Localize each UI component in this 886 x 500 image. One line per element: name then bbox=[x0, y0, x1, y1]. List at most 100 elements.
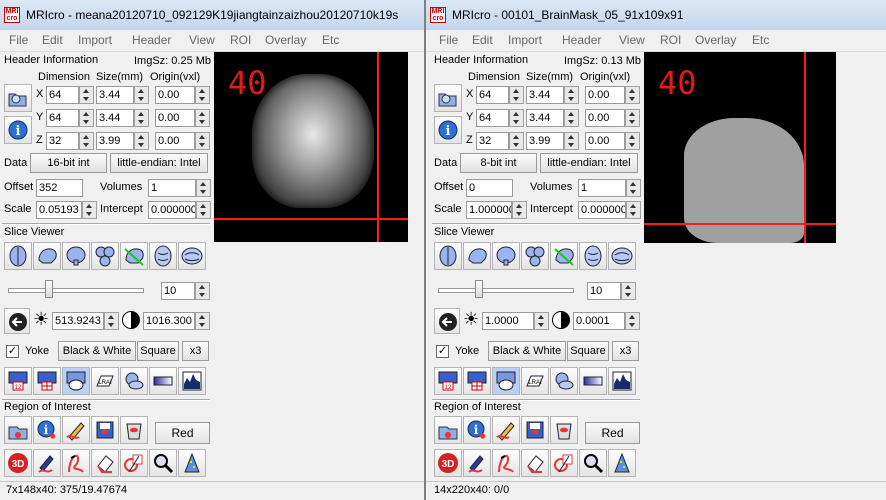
info-icon[interactable]: i bbox=[4, 116, 32, 144]
menu-import[interactable]: Import bbox=[78, 33, 112, 47]
contrast-spinner[interactable] bbox=[625, 312, 640, 330]
slice-field[interactable]: 10 bbox=[587, 282, 621, 300]
sagittal-view-icon[interactable] bbox=[33, 242, 61, 270]
roi-clear-icon[interactable] bbox=[550, 416, 578, 444]
origin-y-spinner[interactable] bbox=[625, 109, 640, 127]
menu-etc[interactable]: Etc bbox=[752, 33, 769, 47]
slice-spinner[interactable] bbox=[621, 282, 636, 300]
roi-eraser-icon[interactable] bbox=[521, 449, 549, 477]
size-z-spinner[interactable] bbox=[134, 132, 149, 150]
size-x-spinner[interactable] bbox=[564, 86, 579, 104]
roi-fill-icon[interactable] bbox=[550, 449, 578, 477]
black-white-button[interactable]: Black & White bbox=[58, 341, 136, 361]
dimension-x-spinner[interactable] bbox=[509, 86, 524, 104]
datatype-button[interactable]: 16-bit int bbox=[30, 153, 107, 173]
sagittal-view-icon[interactable] bbox=[463, 242, 491, 270]
dimension-y-spinner[interactable] bbox=[79, 109, 94, 127]
endian-button[interactable]: little-endian: Intel bbox=[540, 153, 638, 173]
axial-view-icon[interactable] bbox=[4, 242, 32, 270]
origin-x-field[interactable]: 0.00 bbox=[155, 86, 195, 104]
roi-pen-icon[interactable] bbox=[62, 416, 90, 444]
slice-slider-track[interactable] bbox=[8, 288, 144, 293]
slice-image-view[interactable]: 40 bbox=[214, 52, 408, 242]
menu-roi[interactable]: ROI bbox=[660, 33, 681, 47]
size-z-spinner[interactable] bbox=[564, 132, 579, 150]
render-view-icon[interactable] bbox=[608, 242, 636, 270]
roi-freehand-icon[interactable] bbox=[62, 449, 90, 477]
brightness-field[interactable]: 513.9243 bbox=[52, 312, 104, 330]
roi-draw-icon[interactable] bbox=[33, 449, 61, 477]
roi-open-icon[interactable] bbox=[434, 416, 462, 444]
roi-save-icon[interactable] bbox=[91, 416, 119, 444]
scale-field[interactable]: 0.05193 bbox=[36, 201, 82, 219]
scale-spinner[interactable] bbox=[512, 201, 527, 219]
roi-save-icon[interactable] bbox=[521, 416, 549, 444]
size-x-spinner[interactable] bbox=[134, 86, 149, 104]
gradient-colorbar-icon[interactable] bbox=[149, 367, 177, 395]
render-stack-icon[interactable] bbox=[120, 367, 148, 395]
x3-button[interactable]: x3 bbox=[612, 341, 639, 361]
render-view-icon[interactable] bbox=[178, 242, 206, 270]
roi-info-icon[interactable]: i bbox=[33, 416, 61, 444]
info-icon[interactable]: i bbox=[434, 116, 462, 144]
size-y-spinner[interactable] bbox=[134, 109, 149, 127]
lrai-orientation-icon[interactable]: LRAI bbox=[91, 367, 119, 395]
magnifier-icon[interactable] bbox=[149, 449, 177, 477]
scale-spinner[interactable] bbox=[82, 201, 97, 219]
roi-3d-icon[interactable]: 3D bbox=[434, 449, 462, 477]
roi-eraser-icon[interactable] bbox=[91, 449, 119, 477]
origin-y-spinner[interactable] bbox=[195, 109, 210, 127]
roi-draw-icon[interactable] bbox=[463, 449, 491, 477]
brightness-field[interactable]: 1.0000 bbox=[482, 312, 534, 330]
menu-etc[interactable]: Etc bbox=[322, 33, 339, 47]
origin-z-spinner[interactable] bbox=[625, 132, 640, 150]
mricro-app-icon[interactable]: MRI cro bbox=[430, 7, 446, 23]
open-folder-icon[interactable] bbox=[434, 84, 462, 112]
roi-red-button[interactable]: Red bbox=[155, 422, 210, 444]
title-bar[interactable]: MRI cro MRIcro - meana20120710_092129K19j… bbox=[0, 0, 424, 31]
slice-image-view[interactable]: 40 bbox=[644, 52, 836, 243]
multiplanar-view-icon[interactable] bbox=[521, 242, 549, 270]
menu-overlay[interactable]: Overlay bbox=[695, 33, 736, 47]
size-z-field[interactable]: 3.99 bbox=[526, 132, 564, 150]
roi-open-icon[interactable] bbox=[4, 416, 32, 444]
axial-view-icon[interactable] bbox=[434, 242, 462, 270]
brightness-spinner[interactable] bbox=[534, 312, 549, 330]
roi-fill-icon[interactable] bbox=[120, 449, 148, 477]
volumes-field[interactable]: 1 bbox=[578, 179, 626, 197]
slice-12-icon[interactable]: 12 bbox=[434, 367, 462, 395]
dimension-x-field[interactable]: 64 bbox=[476, 86, 509, 104]
title-bar[interactable]: MRI cro MRIcro - 00101_BrainMask_05_91x10… bbox=[426, 0, 886, 31]
volumes-spinner[interactable] bbox=[626, 179, 641, 197]
square-button[interactable]: Square bbox=[137, 341, 179, 361]
wizard-hat-icon[interactable] bbox=[178, 449, 206, 477]
coronal-view-icon[interactable] bbox=[492, 242, 520, 270]
offset-field[interactable]: 352 bbox=[36, 179, 83, 197]
origin-y-field[interactable]: 0.00 bbox=[585, 109, 625, 127]
menu-file[interactable]: File bbox=[439, 33, 458, 47]
slice-12-icon[interactable]: 12 bbox=[4, 367, 32, 395]
open-folder-icon[interactable] bbox=[4, 84, 32, 112]
menu-view[interactable]: View bbox=[189, 33, 215, 47]
origin-x-spinner[interactable] bbox=[195, 86, 210, 104]
menu-file[interactable]: File bbox=[9, 33, 28, 47]
square-button[interactable]: Square bbox=[567, 341, 609, 361]
roi-red-button[interactable]: Red bbox=[585, 422, 640, 444]
menu-view[interactable]: View bbox=[619, 33, 645, 47]
histogram-icon[interactable] bbox=[608, 367, 636, 395]
yoke-checkbox[interactable]: ✓ bbox=[6, 345, 19, 358]
dimension-z-spinner[interactable] bbox=[79, 132, 94, 150]
size-z-field[interactable]: 3.99 bbox=[96, 132, 134, 150]
mricro-app-icon[interactable]: MRI cro bbox=[4, 7, 20, 23]
slice-slider-thumb[interactable] bbox=[45, 280, 53, 298]
dimension-x-field[interactable]: 64 bbox=[46, 86, 79, 104]
render-stack-icon[interactable] bbox=[550, 367, 578, 395]
datatype-button[interactable]: 8-bit int bbox=[460, 153, 537, 173]
crosshair-toggle-icon[interactable] bbox=[33, 367, 61, 395]
slice-slider-thumb[interactable] bbox=[475, 280, 483, 298]
glass-brain-icon[interactable] bbox=[579, 242, 607, 270]
roi-3d-icon[interactable]: 3D bbox=[4, 449, 32, 477]
intercept-field[interactable]: 0.000000 bbox=[148, 201, 196, 219]
arrow-left-icon[interactable] bbox=[434, 308, 460, 334]
intercept-spinner[interactable] bbox=[626, 201, 641, 219]
